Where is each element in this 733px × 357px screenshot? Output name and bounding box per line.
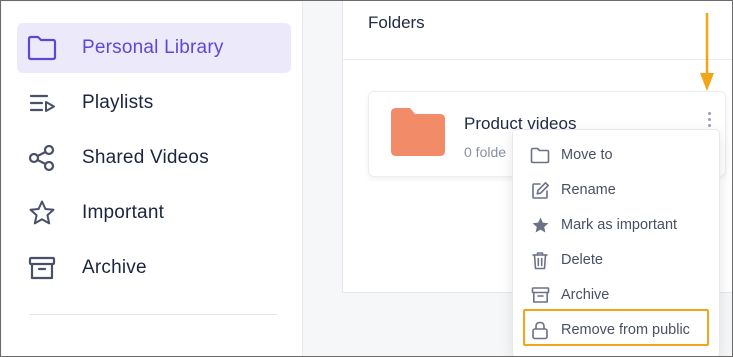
window: Personal Library Playlists Shared Videos… [0,0,733,357]
menu-item-label: Rename [561,182,616,198]
section-divider [343,59,732,60]
archive-icon [27,253,57,283]
menu-item-mark-important[interactable]: Mark as important [513,208,721,242]
folder-count: 0 folde [464,144,507,160]
sidebar-divider [29,314,277,315]
sidebar-item-label: Shared Videos [82,147,209,168]
menu-item-archive[interactable]: Archive [513,278,721,312]
sidebar: Personal Library Playlists Shared Videos… [2,2,303,356]
edit-icon [530,180,550,200]
lock-icon [530,320,550,340]
sidebar-item-label: Archive [82,257,147,278]
menu-item-move-to[interactable]: Move to [513,138,721,172]
menu-item-label: Delete [561,252,603,268]
folder-context-menu: Move to Rename Mark as important Delete [512,129,721,356]
sidebar-item-playlists[interactable]: Playlists [17,78,291,128]
menu-item-rename[interactable]: Rename [513,173,721,207]
sidebar-item-archive[interactable]: Archive [17,243,291,293]
playlist-icon [27,88,57,118]
menu-item-label: Remove from public [561,322,690,338]
share-icon [27,143,57,173]
menu-item-delete[interactable]: Delete [513,243,721,277]
sidebar-item-important[interactable]: Important [17,188,291,238]
star-icon [27,198,57,228]
sidebar-item-label: Personal Library [82,37,224,58]
folder-icon [27,33,57,63]
more-options-icon[interactable] [701,108,717,130]
sidebar-item-personal-library[interactable]: Personal Library [17,23,291,73]
sidebar-item-shared-videos[interactable]: Shared Videos [17,133,291,183]
sidebar-item-label: Playlists [82,92,154,113]
menu-item-remove-from-public[interactable]: Remove from public [513,313,721,347]
folder-icon [391,108,445,156]
menu-item-label: Move to [561,147,613,163]
folder-outline-icon [530,145,550,165]
section-title: Folders [368,13,425,32]
archive-icon [530,285,550,305]
menu-item-label: Archive [561,287,610,303]
sidebar-item-label: Important [82,202,165,223]
trash-icon [530,250,550,270]
annotation-arrow-icon [700,13,714,91]
menu-item-label: Mark as important [561,217,678,233]
star-icon [530,215,550,235]
